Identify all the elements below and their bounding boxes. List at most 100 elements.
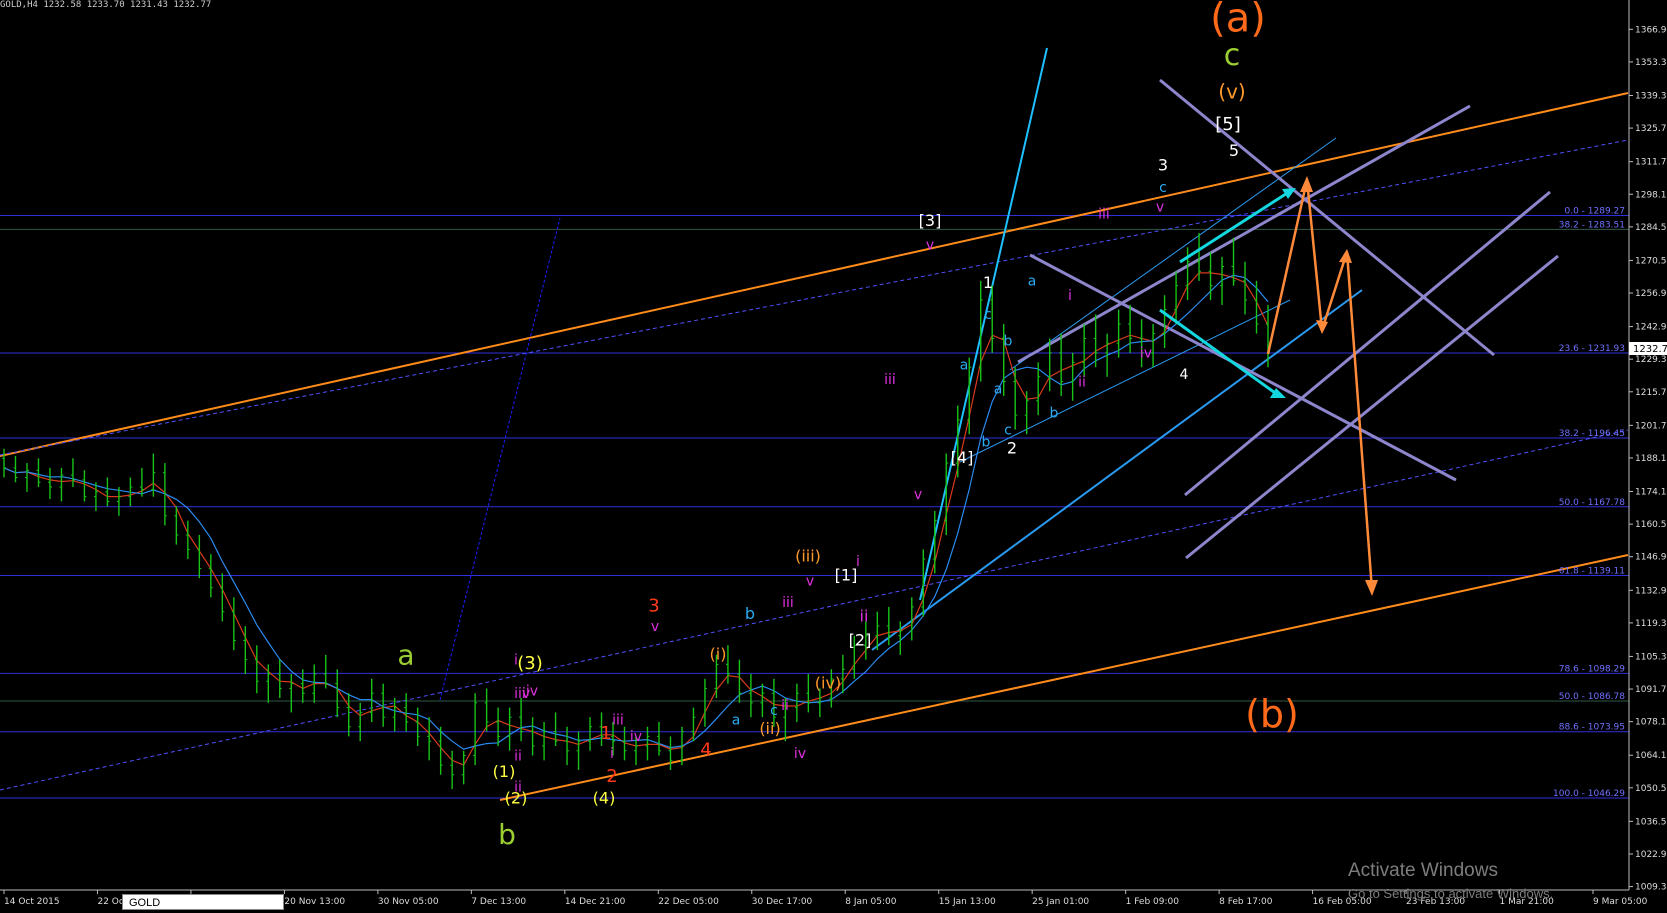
wave-label: a xyxy=(397,638,414,671)
moving-average-line xyxy=(3,274,1269,750)
wave-label: (i) xyxy=(710,645,727,664)
wave-label: (1) xyxy=(493,762,516,781)
fib-label: 88.6 - 1073.95 xyxy=(1559,723,1625,733)
y-tick-label: 1078.14 xyxy=(1635,718,1667,728)
wave-label: iv xyxy=(630,729,642,745)
wave-label: (iii) xyxy=(795,546,821,565)
y-tick-label: 1050.54 xyxy=(1635,784,1667,794)
wave-label: i xyxy=(1068,288,1072,304)
wave-label: c xyxy=(1004,422,1012,438)
wave-label: (4) xyxy=(593,788,616,807)
fib-label: 0.0 - 1289.27 xyxy=(1565,207,1626,217)
wave-label: iv xyxy=(1140,346,1152,362)
activate-windows-title: Activate Windows xyxy=(1348,860,1498,881)
wave-label: (b) xyxy=(1245,692,1299,736)
activate-windows-subtitle: Go to Settings to activate Windows. xyxy=(1348,886,1554,901)
wave-label: b xyxy=(1004,334,1013,350)
upper-channel-line xyxy=(0,92,1629,457)
fib-label: 61.8 - 1139.11 xyxy=(1559,566,1625,576)
y-tick-label: 1325.74 xyxy=(1635,124,1667,134)
wave-label: c xyxy=(770,703,778,719)
x-tick-label: 25 Jan 01:00 xyxy=(1032,897,1089,907)
y-tick-label: 1284.54 xyxy=(1635,223,1667,233)
dark-blue-dotted xyxy=(439,217,561,701)
wave-label: 1 xyxy=(600,723,611,744)
y-tick-label: 1174.14 xyxy=(1635,488,1667,498)
candles xyxy=(2,232,1270,790)
x-tick-label: 30 Nov 05:00 xyxy=(378,897,439,907)
steep-cyan-line xyxy=(919,47,1048,601)
wave-label: iv xyxy=(794,746,806,762)
wave-label: ii xyxy=(1078,374,1086,390)
fib-label: 23.6 - 1231.93 xyxy=(1559,344,1625,354)
y-tick-label: 1215.74 xyxy=(1635,388,1667,398)
fib-levels xyxy=(0,215,1629,799)
y-tick-label: 1353.34 xyxy=(1635,58,1667,68)
wave-label: [3] xyxy=(919,211,942,230)
wave-label: v xyxy=(914,487,922,503)
y-tick-label: 1064.14 xyxy=(1635,751,1667,761)
orange-head-bottom xyxy=(1365,580,1378,596)
wave-label: b xyxy=(1050,406,1059,422)
wave-label: b xyxy=(745,604,755,623)
wave-label: i xyxy=(610,746,614,762)
x-tick-label: 7 Dec 13:00 xyxy=(471,897,526,907)
fib-label: 78.6 - 1098.29 xyxy=(1559,664,1625,674)
moving-average-line xyxy=(3,272,1269,766)
wave-label: iii xyxy=(612,712,624,728)
wave-label: 1 xyxy=(983,273,993,292)
y-tick-label: 1242.94 xyxy=(1635,323,1667,333)
wave-label: (ii) xyxy=(759,719,780,738)
y-tick-label: 1339.34 xyxy=(1635,91,1667,101)
y-tick-label: 1009.34 xyxy=(1635,883,1667,893)
symbol-tab-gold[interactable]: GOLD xyxy=(122,894,284,910)
wave-label: a xyxy=(1028,274,1037,290)
moving-averages xyxy=(3,272,1269,766)
x-tick-label: 1 Feb 09:00 xyxy=(1126,897,1180,907)
price-axis xyxy=(0,0,1630,891)
wave-label: b xyxy=(498,818,516,851)
wave-label: [4] xyxy=(951,448,974,467)
fib-label: 38.2 - 1196.45 xyxy=(1559,429,1625,439)
x-tick-label: 22 Dec 05:00 xyxy=(658,897,719,907)
x-tick-label: 8 Feb 17:00 xyxy=(1219,897,1273,907)
fib-label: 50.0 - 1086.78 xyxy=(1559,692,1625,702)
wave-label: v xyxy=(806,573,814,589)
last-price-marker: 1232.77 xyxy=(1629,342,1667,355)
x-tick-label: 30 Dec 17:00 xyxy=(752,897,813,907)
x-tick-label: 20 Nov 13:00 xyxy=(284,897,345,907)
upper-channel-dotted xyxy=(0,139,1629,456)
mid-channel-dotted xyxy=(0,429,1629,791)
wave-label: (iv) xyxy=(815,673,841,692)
wave-label: v xyxy=(651,619,659,635)
wave-label: 3 xyxy=(648,596,659,617)
y-tick-label: 1036.54 xyxy=(1635,817,1667,827)
y-tick-label: 1229.34 xyxy=(1635,355,1667,365)
wave-label: (2) xyxy=(505,788,528,807)
projection-arrows xyxy=(1159,176,1378,596)
wave-label: v xyxy=(522,686,530,702)
price-chart[interactable]: (a)c(v)[5]53cviii[3]v1 aicbiva4iiia iibcb 2… xyxy=(0,0,1667,913)
wave-label: 3 xyxy=(1158,156,1168,175)
wave-label: [5] xyxy=(1215,114,1241,135)
wave-label: ii xyxy=(781,698,789,714)
y-tick-label: 1188.14 xyxy=(1635,454,1667,464)
wave-4-support-line xyxy=(871,289,1363,651)
y-tick-label: 1311.74 xyxy=(1635,158,1667,168)
y-tick-label: 1105.34 xyxy=(1635,652,1667,662)
fib-label: 38.2 - 1283.51 xyxy=(1559,220,1625,230)
wave-label: 2 xyxy=(606,766,617,787)
orange-head-mid xyxy=(1316,320,1328,334)
wave-label: v xyxy=(926,238,934,254)
wave-label: iii xyxy=(884,372,896,388)
wave-label: (v) xyxy=(1218,80,1245,104)
fib-label: 50.0 - 1167.78 xyxy=(1559,498,1625,508)
fib-label: 100.0 - 1046.29 xyxy=(1553,789,1625,799)
last-price-label: 1232.77 xyxy=(1633,344,1667,355)
wave-label: 4 xyxy=(1180,367,1189,383)
x-tick-label: 9 Mar 05:00 xyxy=(1593,897,1648,907)
y-tick-label: 1160.54 xyxy=(1635,520,1667,530)
wave-label: 5 xyxy=(1229,141,1239,160)
wave-label: (3) xyxy=(517,653,543,674)
y-tick-label: 1146.94 xyxy=(1635,553,1667,563)
